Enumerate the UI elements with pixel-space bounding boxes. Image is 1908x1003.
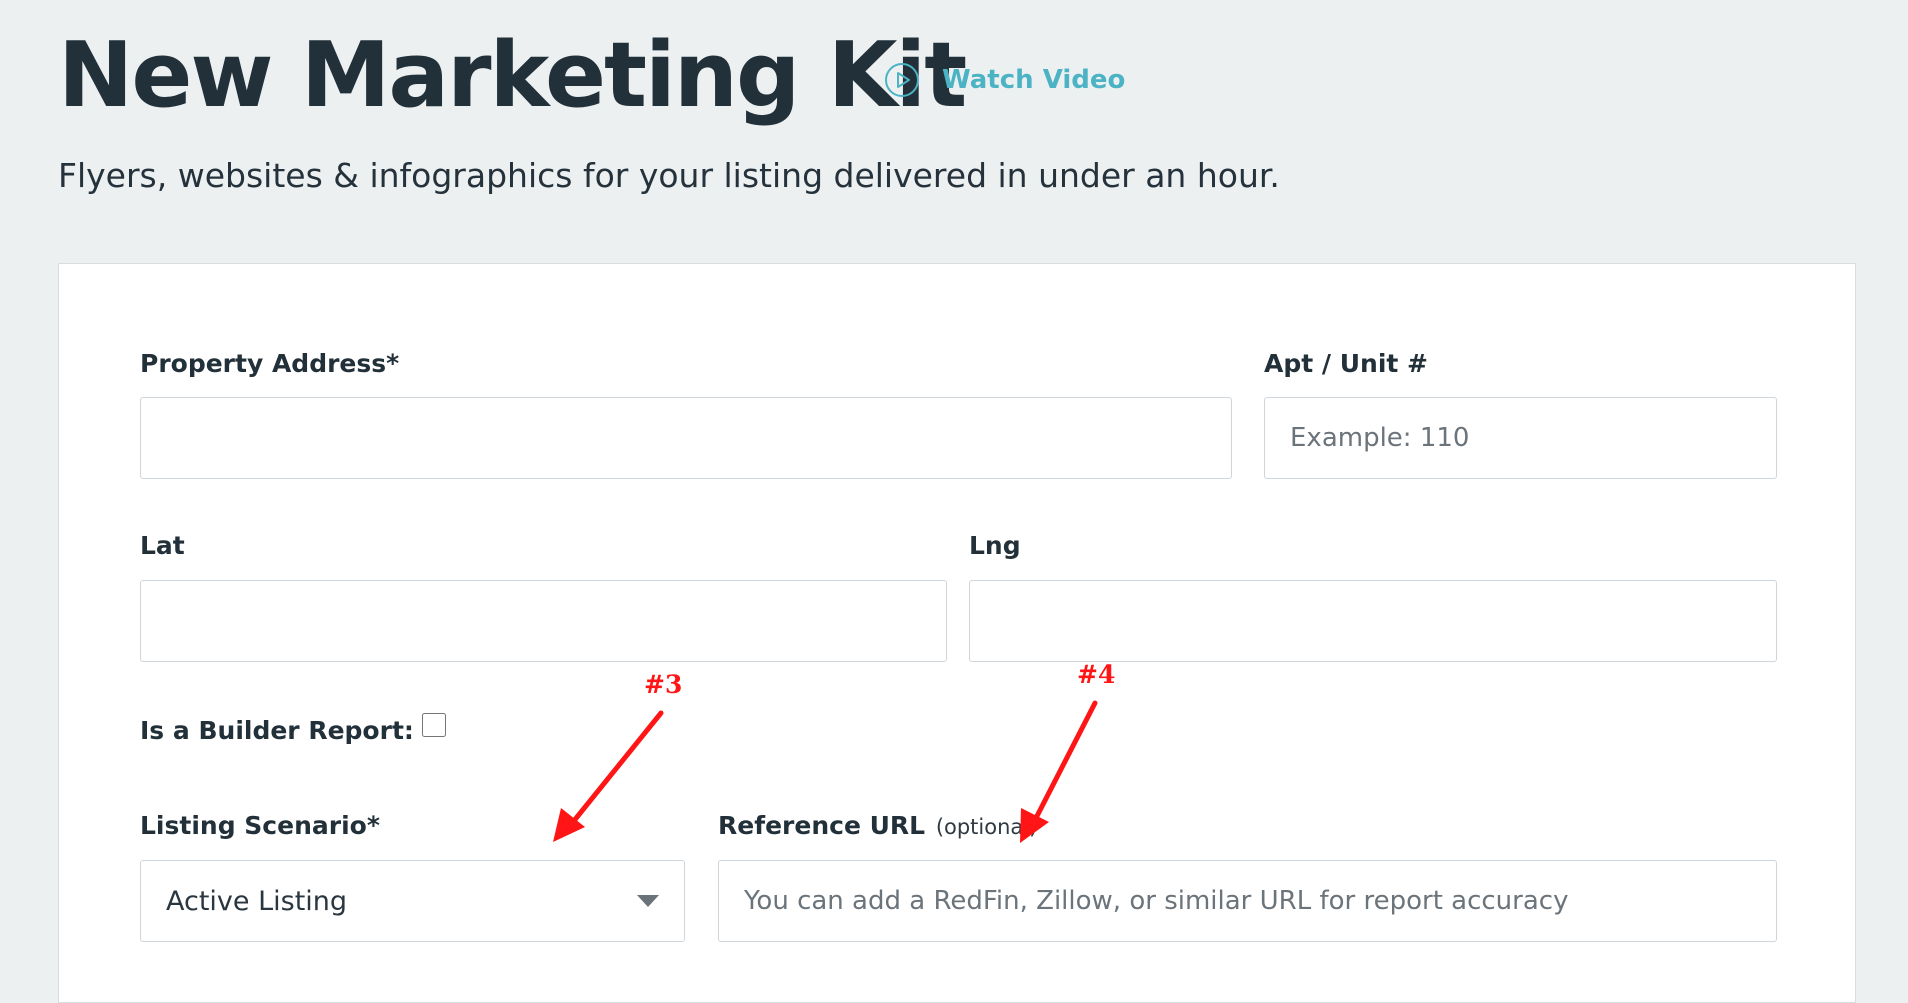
reference-url-optional-note: (optional) <box>935 815 1038 839</box>
lat-input[interactable] <box>140 580 947 662</box>
watch-video-label: Watch Video <box>942 65 1126 95</box>
reference-url-label-text: Reference URL <box>718 811 926 840</box>
listing-scenario-select[interactable]: Active Listing <box>140 860 685 942</box>
lat-label: Lat <box>140 531 185 560</box>
property-address-label: Property Address* <box>140 349 400 378</box>
caret-down-icon <box>637 895 659 907</box>
apt-unit-label: Apt / Unit # <box>1264 349 1429 378</box>
annotation-marker-4: #4 <box>1077 660 1116 689</box>
watch-video-link[interactable]: Watch Video <box>884 60 1125 100</box>
page-subtitle: Flyers, websites & infographics for your… <box>58 156 1280 195</box>
property-address-input[interactable] <box>140 397 1232 479</box>
builder-report-label: Is a Builder Report: <box>140 716 414 745</box>
apt-unit-input[interactable] <box>1264 397 1777 479</box>
play-circle-icon <box>885 63 919 97</box>
lng-label: Lng <box>969 531 1021 560</box>
listing-scenario-label: Listing Scenario* <box>140 811 380 840</box>
page-title: New Marketing Kit <box>58 23 967 128</box>
reference-url-input[interactable] <box>718 860 1777 942</box>
annotation-marker-3: #3 <box>644 670 683 699</box>
listing-scenario-value: Active Listing <box>166 885 348 917</box>
page-header: New Marketing Kit Watch Video Flyers, we… <box>0 0 1908 260</box>
lng-input[interactable] <box>969 580 1777 662</box>
builder-report-checkbox[interactable] <box>421 712 446 737</box>
builder-report-row: Is a Builder Report: <box>140 712 446 745</box>
reference-url-label: Reference URL (optional) <box>718 811 1037 842</box>
